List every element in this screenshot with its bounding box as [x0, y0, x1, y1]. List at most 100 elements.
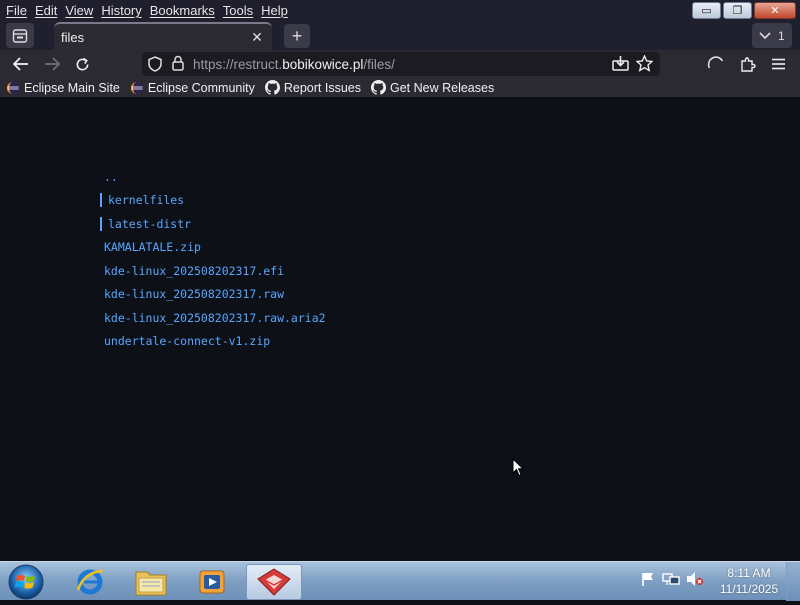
action-center-flag-icon[interactable]	[640, 571, 656, 592]
window-controls: ▭ ❐ ✕	[692, 2, 796, 19]
file-explorer-icon	[135, 571, 167, 596]
gns3-app-icon	[257, 568, 291, 596]
shield-icon[interactable]	[148, 56, 162, 77]
bookmark-star-icon[interactable]	[635, 54, 654, 77]
file-entry: kde-linux_202508202317.raw	[100, 283, 326, 307]
loading-spinner-icon	[707, 56, 724, 69]
nav-bar: https://restruct.bobikowice.pl/files/	[0, 50, 800, 78]
bookmark-eclipse-main-site[interactable]: Eclipse Main Site	[6, 81, 120, 95]
file-entry: KAMALATALE.zip	[100, 236, 326, 260]
url-path: /files/	[363, 56, 395, 72]
eclipse-icon	[6, 81, 20, 95]
reload-icon	[76, 57, 88, 70]
system-tray	[640, 571, 704, 592]
eclipse-icon	[130, 81, 144, 95]
internet-explorer-icon	[76, 569, 104, 595]
menu-edit[interactable]: Edit	[31, 0, 61, 21]
taskbar-file-explorer[interactable]	[123, 564, 179, 600]
menu-bookmarks[interactable]: Bookmarks	[146, 0, 219, 21]
menu-bar: File Edit View History Bookmarks Tools Help ▭ …	[0, 0, 800, 21]
back-button[interactable]	[9, 53, 33, 75]
hamburger-menu-icon	[771, 58, 785, 70]
lock-icon[interactable]	[171, 55, 185, 76]
menu-history[interactable]: History	[97, 0, 145, 21]
file-entry: kde-linux_202508202317.raw.aria2	[100, 306, 326, 330]
clock-time: 8:11 AM	[727, 566, 771, 580]
file-entry: kde-linux_202508202317.efi	[100, 259, 326, 283]
bookmark-label: Get New Releases	[389, 80, 495, 95]
bookmark-label: Report Issues	[283, 80, 361, 95]
windows-orb-icon	[8, 564, 44, 600]
file-link[interactable]: kernelfiles	[100, 193, 184, 208]
directory-listing: .. kernelfiles latest-distr KAMALATALE.zip k…	[100, 165, 326, 353]
back-arrow-icon	[13, 57, 28, 71]
taskbar: 8:11 AM 11/11/2025	[0, 561, 800, 601]
url-text[interactable]: https://restruct.bobikowice.pl/files/	[193, 57, 395, 72]
clock-date: 11/11/2025	[719, 582, 779, 596]
reload-button[interactable]	[70, 53, 94, 75]
forward-arrow-icon	[45, 57, 60, 71]
file-link[interactable]: undertale-connect-v1.zip	[100, 334, 270, 348]
firefox-view-icon	[12, 28, 28, 43]
minimize-button[interactable]: ▭	[692, 2, 721, 19]
minimize-icon: ▭	[701, 4, 712, 17]
network-icon[interactable]	[662, 571, 680, 592]
firefox-view-button[interactable]	[6, 23, 34, 48]
taskbar-internet-explorer[interactable]	[62, 564, 118, 600]
bookmarks-toolbar: Eclipse Main Site Eclipse Community Report…	[0, 78, 800, 98]
menu-file[interactable]: File	[2, 0, 31, 21]
new-tab-button[interactable]: +	[284, 24, 310, 48]
forward-button[interactable]	[40, 53, 64, 75]
bookmark-eclipse-community[interactable]: Eclipse Community	[130, 81, 255, 95]
menu-tools[interactable]: Tools	[219, 0, 257, 21]
volume-muted-icon[interactable]	[686, 571, 704, 592]
parent-directory-entry: ..	[100, 165, 326, 189]
puzzle-icon	[741, 57, 756, 72]
menu-help[interactable]: Help	[257, 0, 292, 21]
tab-close-icon[interactable]: ✕	[248, 29, 266, 46]
menu-list: File Edit View History Bookmarks Tools Help	[0, 0, 292, 21]
plus-icon: +	[291, 25, 303, 46]
menu-view[interactable]: View	[61, 0, 97, 21]
close-window-button[interactable]: ✕	[754, 2, 796, 19]
clock[interactable]: 8:11 AM 11/11/2025	[712, 565, 786, 597]
loading-indicator	[704, 53, 728, 75]
restore-icon: ❐	[732, 4, 743, 17]
bookmark-label: Eclipse Community	[147, 80, 255, 95]
directory-entry: latest-distr	[100, 212, 326, 236]
list-all-tabs-button[interactable]: 1	[752, 23, 792, 48]
url-prefix: https://restruct.	[193, 56, 283, 72]
bookmark-get-new-releases[interactable]: Get New Releases	[370, 80, 495, 95]
taskbar-gns3-app[interactable]	[246, 564, 302, 600]
extensions-button[interactable]	[736, 53, 760, 75]
bookmark-report-issues[interactable]: Report Issues	[264, 80, 361, 95]
file-link[interactable]: kde-linux_202508202317.efi	[100, 264, 284, 278]
file-link[interactable]: latest-distr	[100, 216, 191, 231]
tab-files[interactable]: files ✕	[54, 22, 272, 50]
chevron-down-icon	[759, 31, 771, 39]
taskbar-media-player[interactable]	[184, 564, 240, 600]
start-button[interactable]	[6, 563, 46, 600]
directory-entry: kernelfiles	[100, 189, 326, 213]
url-bar[interactable]: https://restruct.bobikowice.pl/files/	[142, 52, 660, 76]
github-icon	[370, 80, 386, 95]
download-icon[interactable]	[612, 55, 629, 76]
tab-title: files	[61, 29, 85, 45]
tab-strip: files ✕ + 1	[0, 21, 800, 50]
bookmark-label: Eclipse Main Site	[24, 80, 120, 95]
file-link[interactable]: kde-linux_202508202317.raw.aria2	[100, 311, 326, 325]
file-entry: undertale-connect-v1.zip	[100, 330, 326, 354]
page-content: .. kernelfiles latest-distr KAMALATALE.zip k…	[0, 99, 800, 561]
close-icon: ✕	[770, 4, 780, 17]
tab-count: 1	[777, 28, 785, 43]
url-host: bobikowice.pl	[282, 56, 364, 72]
file-link[interactable]: KAMALATALE.zip	[100, 240, 201, 254]
show-desktop-button[interactable]	[786, 562, 800, 601]
restore-button[interactable]: ❐	[723, 2, 752, 19]
github-icon	[264, 80, 280, 95]
file-link[interactable]: ..	[100, 170, 118, 184]
media-player-icon	[199, 570, 225, 594]
app-menu-button[interactable]	[766, 53, 790, 75]
file-link[interactable]: kde-linux_202508202317.raw	[100, 287, 284, 301]
mouse-cursor-icon	[512, 458, 524, 477]
